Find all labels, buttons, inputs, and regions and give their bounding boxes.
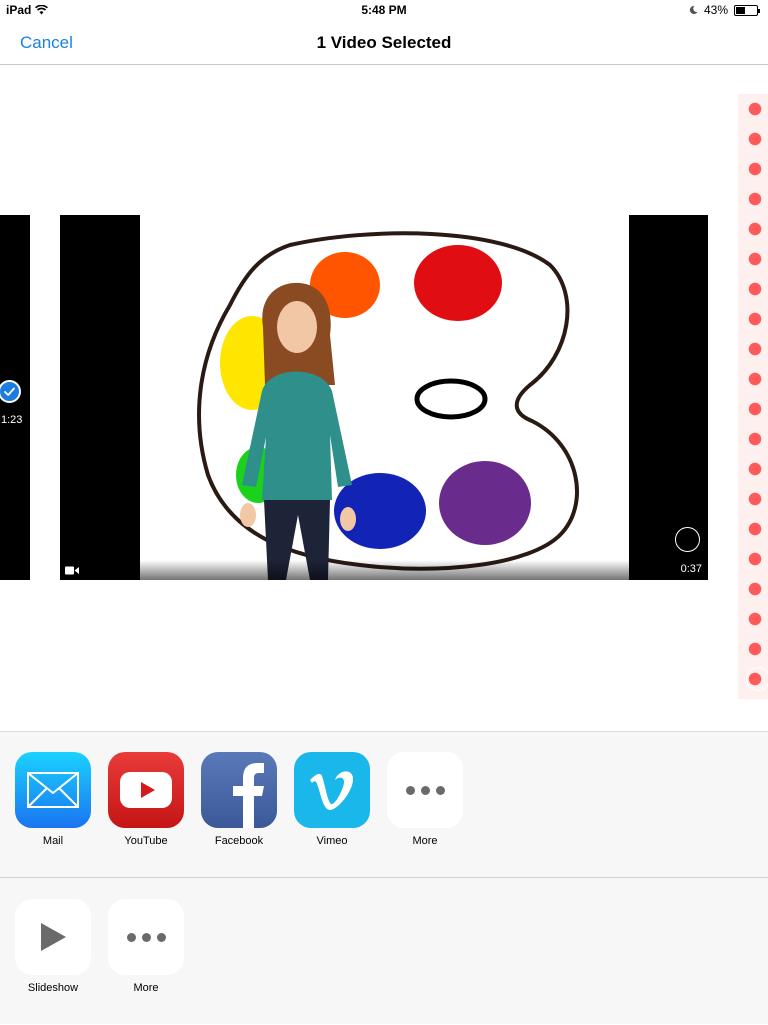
share-row: Mail YouTube Facebook Vimeo More: [0, 732, 768, 878]
checkmark-icon: [4, 387, 15, 396]
paint-blob-red: [414, 245, 502, 321]
video-camera-icon: [65, 566, 79, 575]
status-time: 5:48 PM: [361, 3, 407, 17]
video-duration: 0:37: [680, 563, 702, 575]
share-label: Facebook: [214, 835, 264, 847]
action-label: More: [133, 982, 159, 994]
status-bar-right: 43%: [689, 3, 760, 17]
select-circle-icon[interactable]: [675, 527, 700, 552]
share-youtube-button[interactable]: YouTube: [108, 752, 184, 847]
share-mail-button[interactable]: Mail: [15, 752, 91, 847]
selected-checkmark-icon[interactable]: [0, 380, 21, 403]
share-label: Vimeo: [316, 835, 348, 847]
youtube-icon: [108, 752, 184, 828]
video-thumbnail[interactable]: 0:37: [60, 215, 708, 580]
paint-blob-purple: [439, 461, 531, 545]
previous-video-duration: 1:23: [1, 414, 23, 426]
mail-icon: [15, 752, 91, 828]
action-more-button[interactable]: More: [108, 899, 184, 994]
status-bar: iPad 5:48 PM 43%: [0, 0, 768, 20]
moon-icon: [689, 5, 698, 15]
battery-icon: [734, 4, 760, 16]
share-vimeo-button[interactable]: Vimeo: [294, 752, 370, 847]
share-sheet: Mail YouTube Facebook Vimeo More Slidesh…: [0, 731, 768, 1024]
share-label: YouTube: [124, 835, 168, 847]
action-label: Slideshow: [27, 982, 79, 994]
video-bottom-gradient: [60, 560, 708, 580]
facebook-icon: [201, 752, 277, 828]
share-facebook-button[interactable]: Facebook: [201, 752, 277, 847]
video-frame: [140, 215, 629, 580]
more-icon: [387, 752, 463, 828]
more-icon: [108, 899, 184, 975]
select-circle-icon[interactable]: [746, 667, 768, 691]
navigation-bar: Cancel 1 Video Selected: [0, 20, 768, 65]
play-icon: [15, 899, 91, 975]
vimeo-icon: [294, 752, 370, 828]
share-more-button[interactable]: More: [387, 752, 463, 847]
next-photo-thumbnail[interactable]: [738, 94, 768, 699]
page-title: 1 Video Selected: [316, 33, 452, 52]
palette-hole: [414, 378, 488, 420]
share-label: More: [412, 835, 438, 847]
battery-percent: 43%: [703, 3, 728, 17]
share-label: Mail: [42, 835, 64, 847]
slideshow-button[interactable]: Slideshow: [15, 899, 91, 994]
action-row: Slideshow More: [0, 879, 768, 1025]
media-carousel[interactable]: 1:23 0:37: [0, 66, 768, 730]
battery-fill: [736, 6, 745, 14]
paint-palette-illustration: [197, 231, 579, 580]
